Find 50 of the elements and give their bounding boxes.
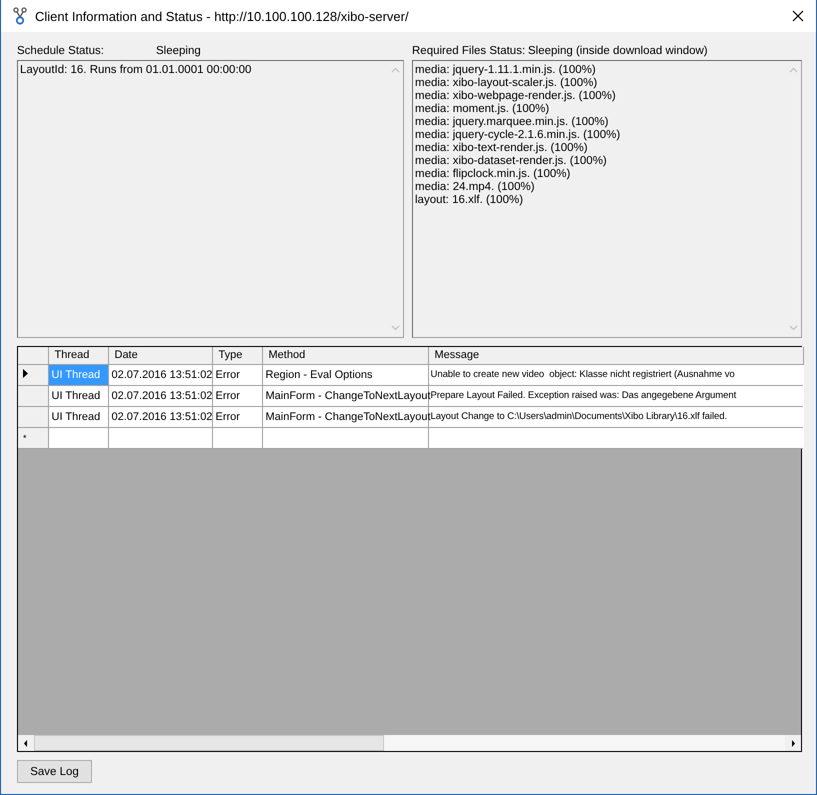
status-label: Schedule Status: [17, 44, 105, 56]
status-text-box[interactable]: LayoutId: 16. Runs from 01.01.0001 00:00:00 [17, 60, 404, 338]
row-header[interactable] [18, 364, 48, 385]
status-line: media: jquery-cycle-2.1.6.min.js. (100%) [415, 129, 622, 142]
status-line: media: xibo-layout-scaler.js. (100%) [415, 77, 598, 90]
status-line: media: jquery-1.11.1.min.js. (100%) [415, 64, 597, 77]
column-header[interactable]: Type [212, 347, 262, 364]
status-text-box[interactable] [412, 60, 802, 338]
status-line: layout: 16.xlf. (100%) [415, 194, 524, 207]
status-line: media: 24.mp4. (100%) [415, 181, 536, 194]
table-cell: Region - Eval Options [262, 364, 428, 385]
scroll-down-icon[interactable] [788, 325, 798, 331]
empty-cell[interactable] [212, 427, 262, 448]
window-title: Client Information and Status - http://10.100.100.128/xibo-server/ [35, 8, 410, 24]
empty-cell[interactable] [262, 427, 428, 448]
column-header[interactable]: Message [428, 347, 803, 364]
status-value: Sleeping [156, 44, 201, 56]
horizontal-scrollbar[interactable] [18, 734, 801, 751]
status-line: media: flipclock.min.js. (100%) [415, 168, 572, 181]
status-line: media: jquery.marquee.min.js. (100%) [415, 116, 610, 129]
scroll-down-icon[interactable] [390, 325, 400, 331]
status-value: Sleeping (inside download window) [528, 44, 708, 56]
table-cell: Error [212, 406, 262, 427]
app-icon [13, 7, 27, 25]
status-label: Required Files Status: [412, 44, 526, 56]
new-row-marker: * [23, 432, 27, 442]
scroll-up-icon[interactable] [788, 67, 798, 73]
empty-cell[interactable] [108, 427, 212, 448]
status-line: media: xibo-text-render.js. (100%) [415, 142, 589, 155]
table-cell: MainForm - ChangeToNextLayout [262, 385, 428, 406]
column-header[interactable]: Thread [48, 347, 108, 364]
table-cell: UI Thread [48, 364, 108, 385]
table-cell: 02.07.2016 13:51:02 [108, 406, 212, 427]
table-cell: 02.07.2016 13:51:02 [108, 385, 212, 406]
column-header[interactable]: Date [108, 347, 212, 364]
table-cell: 02.07.2016 13:51:02 [108, 364, 212, 385]
save-log-button[interactable]: Save Log [17, 760, 92, 783]
scroll-up-icon[interactable] [390, 67, 400, 73]
scrollbar-thumb[interactable] [34, 735, 384, 751]
table-cell: Error [212, 364, 262, 385]
status-line: media: moment.js. (100%) [415, 103, 550, 116]
table-cell: Error [212, 385, 262, 406]
status-line: media: xibo-webpage-render.js. (100%) [415, 90, 617, 103]
table-cell: MainForm - ChangeToNextLayout [262, 406, 428, 427]
close-icon[interactable] [792, 10, 804, 22]
table-cell: UI Thread [48, 385, 108, 406]
status-line: LayoutId: 16. Runs from 01.01.0001 00:00:00 [20, 64, 252, 77]
table-cell: UI Thread [48, 406, 108, 427]
column-header[interactable]: Method [262, 347, 428, 364]
status-line: media: xibo-dataset-render.js. (100%) [415, 155, 608, 168]
